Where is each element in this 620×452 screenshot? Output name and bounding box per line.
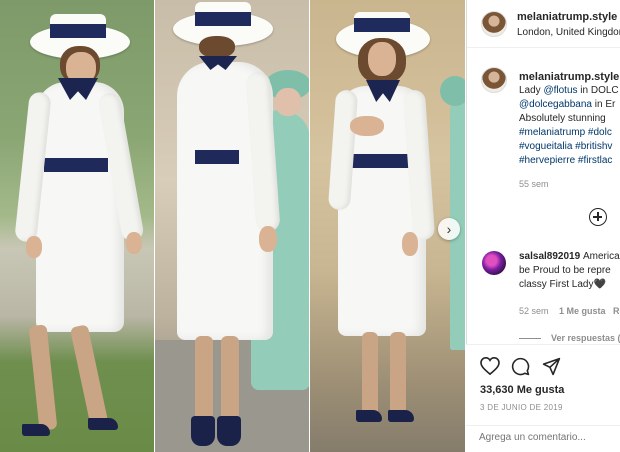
post-date: 3 DE JUNIO DE 2019 <box>480 403 563 412</box>
caption-line: #vogueitalia #britishv <box>519 140 612 154</box>
comment-likes[interactable]: 1 Me gusta <box>559 304 606 318</box>
username-link[interactable]: melaniatrump.style <box>517 11 617 23</box>
share-icon[interactable] <box>542 357 561 376</box>
caption-text: in DOLC <box>577 85 619 96</box>
heart-icon[interactable] <box>480 357 500 375</box>
caption-line: Absolutely stunning <box>519 112 606 126</box>
caption-text: Absolutely stunning <box>519 113 606 124</box>
hashtag-link[interactable]: #vogueitalia #britishv <box>519 141 612 152</box>
comment-input[interactable] <box>479 432 617 443</box>
comment-icon[interactable] <box>511 357 530 376</box>
caption-timestamp[interactable]: 55 sem <box>519 177 549 191</box>
figure-1 <box>0 0 155 452</box>
comment-bar <box>466 425 620 452</box>
replies-divider <box>519 338 541 339</box>
post-actions: 33,630 Me gusta 3 DE JUNIO DE 2019 <box>466 344 620 452</box>
caption-author[interactable]: melaniatrump.style <box>519 71 619 83</box>
post-header: melaniatrump.style London, United Kingdo… <box>467 0 620 48</box>
hashtag-link[interactable]: #melaniatrump #dolc <box>519 127 612 138</box>
caption-line: #melaniatrump #dolc <box>519 126 612 140</box>
mention-link[interactable]: @dolcegabbana <box>519 99 592 110</box>
carousel-next-button[interactable]: › <box>438 218 460 240</box>
hashtag-link[interactable]: #hervepierre #firstlac <box>519 155 612 166</box>
mention-link[interactable]: @flotus <box>543 85 577 96</box>
avatar[interactable] <box>482 251 506 275</box>
photo-panel-2 <box>155 0 310 452</box>
caption-text: in Er <box>592 99 616 110</box>
caption-line: Lady @flotus in DOLC <box>519 84 619 98</box>
caption-line: @dolcegabbana in Er <box>519 98 615 112</box>
location-link[interactable]: London, United Kingdom <box>517 27 620 38</box>
post-photo[interactable]: › <box>0 0 465 452</box>
add-icon[interactable] <box>589 208 607 226</box>
caption-text: Lady <box>519 85 544 96</box>
avatar[interactable] <box>481 11 507 37</box>
comment-line: salsal892019 America <box>519 250 620 264</box>
comment-timestamp[interactable]: 52 sem <box>519 304 549 318</box>
figure-2 <box>155 0 310 452</box>
comment-text: classy First Lady🖤 <box>519 279 606 290</box>
comment-author[interactable]: salsal892019 <box>519 251 580 262</box>
reply-button[interactable]: Re <box>613 304 620 318</box>
avatar[interactable] <box>481 67 507 93</box>
photo-panel-1 <box>0 0 155 452</box>
likes-count[interactable]: 33,630 Me gusta <box>480 384 564 396</box>
comment-text: America <box>582 251 620 262</box>
chevron-right-icon: › <box>446 221 452 237</box>
comment-text: be Proud to be repre <box>519 265 611 276</box>
caption-line: #hervepierre #firstlac <box>519 154 612 168</box>
